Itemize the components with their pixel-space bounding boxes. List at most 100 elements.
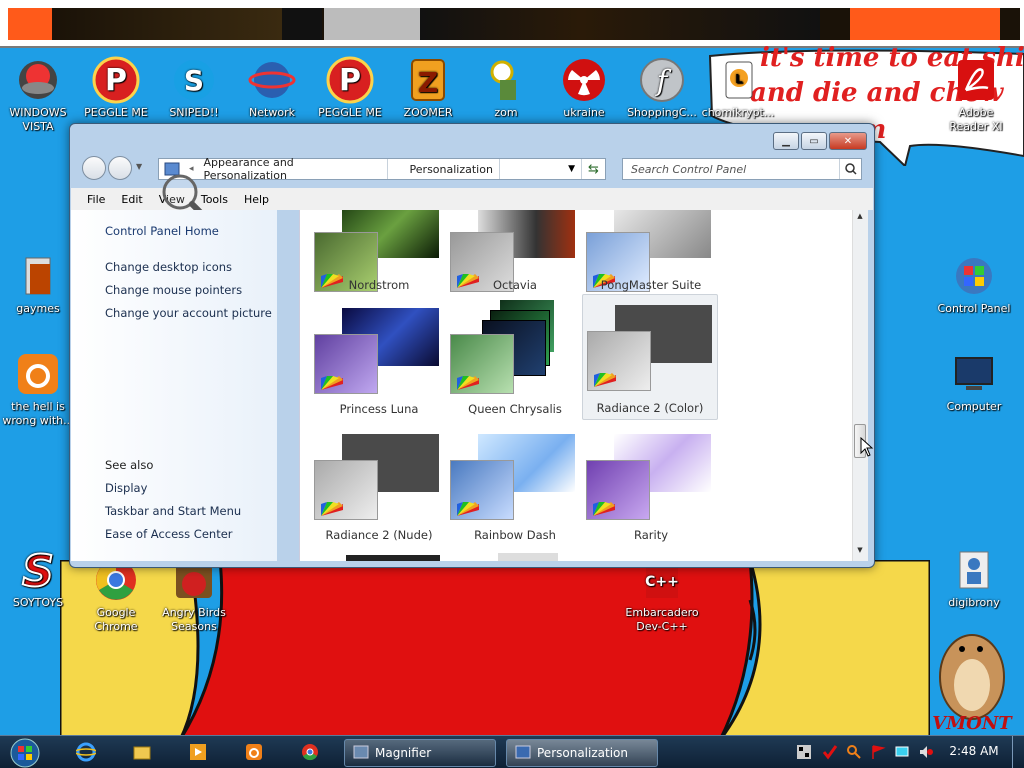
chrome-taskbar-icon[interactable] — [300, 742, 320, 762]
show-desktop-button[interactable] — [1012, 736, 1024, 768]
theme-label: Rainbow Dash — [474, 528, 556, 542]
window-titlebar[interactable]: ▁ ▭ ✕ — [70, 124, 874, 152]
desktop-icon-computer[interactable]: Computer — [936, 350, 1012, 414]
desktop-icon-shopping[interactable]: f ShoppingC... — [624, 56, 700, 120]
desktop-icon-peggle-1[interactable]: P PEGGLE ME — [78, 56, 154, 120]
vertical-scrollbar[interactable]: ▲ ▼ — [852, 210, 868, 561]
personalization-window[interactable]: ▁ ▭ ✕ ▼ ◂ Appearance and Personalization… — [69, 123, 875, 568]
desktop-icon-label: zom — [494, 106, 518, 119]
taskbar-start-menu-link[interactable]: Taskbar and Start Menu — [105, 504, 241, 518]
desktop-icon-digibrony[interactable]: digibrony — [936, 546, 1012, 610]
change-desktop-icons-link[interactable]: Change desktop icons — [105, 260, 232, 274]
hamster-sticker: VMONT — [932, 634, 1013, 733]
recent-pages-dropdown-icon[interactable]: ▼ — [136, 162, 142, 171]
change-mouse-pointers-link[interactable]: Change mouse pointers — [105, 283, 242, 297]
theme-item[interactable]: PongMaster Suite — [586, 210, 716, 292]
chomik-icon: L — [714, 56, 762, 104]
theme-item[interactable]: Rainbow Dash — [450, 424, 580, 546]
minimize-button[interactable]: ▁ — [773, 132, 799, 150]
menu-help[interactable]: Help — [244, 193, 269, 206]
taskbar-clock[interactable]: 2:48 AM — [944, 744, 1004, 758]
ease-of-access-link[interactable]: Ease of Access Center — [105, 527, 233, 541]
close-button[interactable]: ✕ — [829, 132, 867, 150]
menu-file[interactable]: File — [87, 193, 105, 206]
desktop-icon-the-hell[interactable]: the hell is wrong with... — [0, 350, 76, 428]
desktop-icon-label: Computer — [946, 400, 1002, 413]
tray-checkmark-icon[interactable] — [822, 744, 838, 760]
radiation-icon — [560, 56, 608, 104]
rainbow-fan-icon — [457, 502, 479, 516]
desktop-icon-gaymes[interactable]: gaymes — [0, 252, 76, 316]
theme-item[interactable]: Nordstrom — [314, 210, 444, 292]
tray-qr-icon[interactable] — [796, 744, 812, 760]
uc-browser-taskbar-icon[interactable] — [244, 742, 264, 762]
address-bar[interactable]: ◂ Appearance and Personalization Persona… — [158, 156, 606, 182]
taskbar-magnifier-button[interactable]: Magnifier — [344, 739, 496, 767]
see-also-heading: See also — [105, 458, 154, 472]
theme-item[interactable]: Queen Chrysalis — [450, 298, 580, 420]
desktop-icon-adobe-reader[interactable]: Adobe Reader XI — [938, 56, 1014, 134]
desktop-icon-label: ukraine — [563, 106, 605, 119]
desktop-icon-sniped[interactable]: S SNIPED!! — [156, 56, 232, 120]
desktop-icon-label: Embarcadero Dev-C++ — [625, 606, 699, 633]
desktop-icon-ukraine[interactable]: ukraine — [546, 56, 622, 120]
taskbar-button-label: Personalization — [537, 746, 628, 760]
desktop-icon-label: SNIPED!! — [169, 106, 219, 119]
desktop-icon-label: ZOOMER — [403, 106, 453, 119]
theme-color-preview — [450, 334, 514, 394]
maximize-button[interactable]: ▭ — [801, 132, 827, 150]
tray-network-icon[interactable] — [894, 744, 910, 760]
desktop-icon-network[interactable]: Network — [234, 56, 310, 120]
desktop-icon-soytoys[interactable]: S SOYTOYS — [0, 546, 76, 610]
theme-item[interactable]: Princess Luna — [314, 298, 444, 420]
flash-icon: f — [638, 56, 686, 104]
skype-icon: S — [170, 56, 218, 104]
theme-item-selected[interactable]: Radiance 2 (Color) — [582, 294, 718, 420]
desktop-icon-control-panel[interactable]: Control Panel — [936, 252, 1012, 316]
desktop-icon-windows-vista[interactable]: WINDOWS VISTA — [0, 56, 76, 134]
desktop-icon-zoomer[interactable]: Z ZOOMER — [390, 56, 466, 120]
rainbow-fan-icon — [321, 502, 343, 516]
control-panel-home-link[interactable]: Control Panel Home — [105, 224, 219, 238]
scroll-up-icon[interactable]: ▲ — [854, 212, 866, 224]
internet-explorer-icon[interactable] — [76, 742, 96, 762]
search-input[interactable]: Search Control Panel — [623, 163, 839, 176]
start-button[interactable] — [6, 736, 44, 768]
magnifier-icon — [353, 744, 369, 763]
search-icon[interactable] — [839, 159, 861, 179]
tray-volume-icon[interactable] — [918, 744, 934, 760]
refresh-icon[interactable]: ⇆ — [581, 159, 605, 179]
theme-label: Nordstrom — [348, 278, 410, 292]
magnifier-view — [0, 0, 1024, 48]
search-box[interactable]: Search Control Panel — [622, 158, 862, 180]
taskbar-personalization-button[interactable]: Personalization — [506, 739, 658, 767]
svg-text:P: P — [339, 63, 361, 98]
back-button[interactable] — [82, 156, 106, 180]
rainbow-fan-icon — [457, 376, 479, 390]
desktop-icon-label: Adobe Reader XI — [949, 106, 1003, 133]
tray-magnifier-icon[interactable] — [846, 744, 862, 760]
desktop-icon-zom[interactable]: zom — [468, 56, 544, 120]
mouse-cursor-icon — [860, 437, 874, 457]
desktop-icon-chomik[interactable]: L chomikrypt... — [700, 56, 776, 120]
theme-preview-partial — [498, 553, 558, 561]
breadcrumb-personalization[interactable]: Personalization — [404, 159, 500, 179]
tray-flag-icon[interactable] — [870, 744, 886, 760]
forward-button[interactable] — [108, 156, 132, 180]
svg-text:S: S — [184, 64, 204, 97]
breadcrumb-appearance[interactable]: Appearance and Personalization — [198, 156, 388, 182]
theme-label: Rarity — [633, 528, 669, 542]
address-dropdown-icon[interactable]: ▼ — [562, 164, 581, 174]
change-account-picture-link[interactable]: Change your account picture — [105, 306, 272, 320]
display-link[interactable]: Display — [105, 481, 147, 495]
menu-edit[interactable]: Edit — [121, 193, 142, 206]
theme-item[interactable]: Octavia — [450, 210, 580, 292]
theme-item[interactable]: Radiance 2 (Nude) — [314, 424, 444, 546]
theme-item[interactable]: Rarity — [586, 424, 716, 546]
theme-label: Queen Chrysalis — [468, 402, 562, 416]
file-explorer-icon[interactable] — [132, 742, 152, 762]
desktop-icon-peggle-2[interactable]: P PEGGLE ME — [312, 56, 388, 120]
media-player-icon[interactable] — [188, 742, 208, 762]
desktop-icon-label: gaymes — [16, 302, 60, 315]
scroll-down-icon[interactable]: ▼ — [854, 546, 866, 558]
